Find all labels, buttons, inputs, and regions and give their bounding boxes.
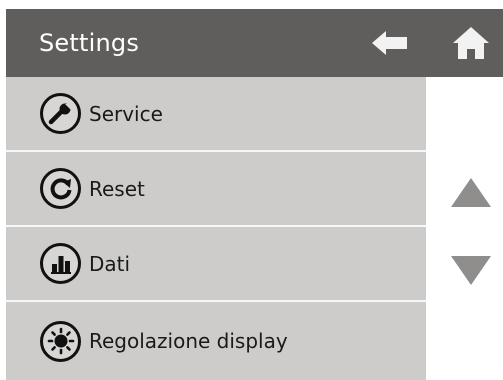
brightness-icon [40, 320, 81, 362]
scroll-down-icon [451, 256, 491, 285]
header-bar: Settings [6, 9, 503, 77]
wrench-icon [40, 93, 81, 134]
back-arrow-icon [372, 31, 407, 55]
menu-item-dati[interactable]: Dati [6, 227, 426, 302]
menu-item-label: Reset [89, 176, 145, 201]
menu-item-regolazione-display[interactable]: Regolazione display [6, 302, 426, 380]
menu-item-service[interactable]: Service [6, 77, 426, 152]
menu-item-label: Regolazione display [89, 329, 288, 353]
scroll-up-icon [451, 178, 491, 207]
scroll-down-button[interactable] [446, 250, 496, 290]
bar-chart-icon [40, 243, 81, 284]
settings-menu: Service Reset Dati Regolazione display [6, 77, 426, 380]
home-icon [453, 27, 489, 59]
scroll-up-button[interactable] [446, 172, 496, 212]
menu-item-reset[interactable]: Reset [6, 152, 426, 227]
menu-item-label: Service [89, 101, 163, 126]
home-button[interactable] [446, 9, 496, 77]
reset-icon [40, 168, 81, 209]
back-button[interactable] [365, 9, 415, 77]
page-title: Settings [39, 29, 140, 57]
menu-item-label: Dati [89, 251, 131, 276]
